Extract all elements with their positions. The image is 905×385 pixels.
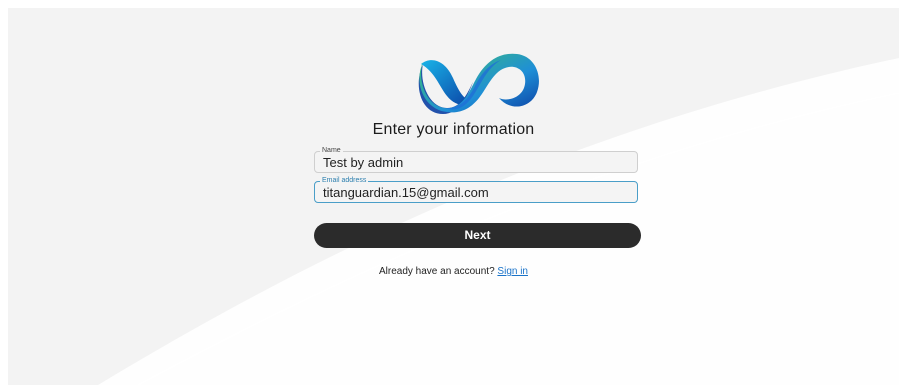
- webex-logo-icon: [418, 53, 539, 114]
- page-title: Enter your information: [372, 121, 535, 138]
- name-field-label: Name: [320, 147, 343, 155]
- login-card: Enter your information Name Email addres…: [8, 8, 899, 385]
- signin-row: Already have an account? Sign in: [8, 266, 899, 277]
- next-button[interactable]: Next: [314, 223, 641, 248]
- email-field-label: Email address: [320, 177, 369, 185]
- name-field[interactable]: Name: [314, 147, 638, 173]
- email-input[interactable]: [323, 186, 623, 200]
- name-input[interactable]: [323, 156, 623, 170]
- email-field[interactable]: Email address: [314, 177, 638, 203]
- signin-prompt: Already have an account?: [379, 266, 498, 277]
- signin-link[interactable]: Sign in: [497, 266, 528, 277]
